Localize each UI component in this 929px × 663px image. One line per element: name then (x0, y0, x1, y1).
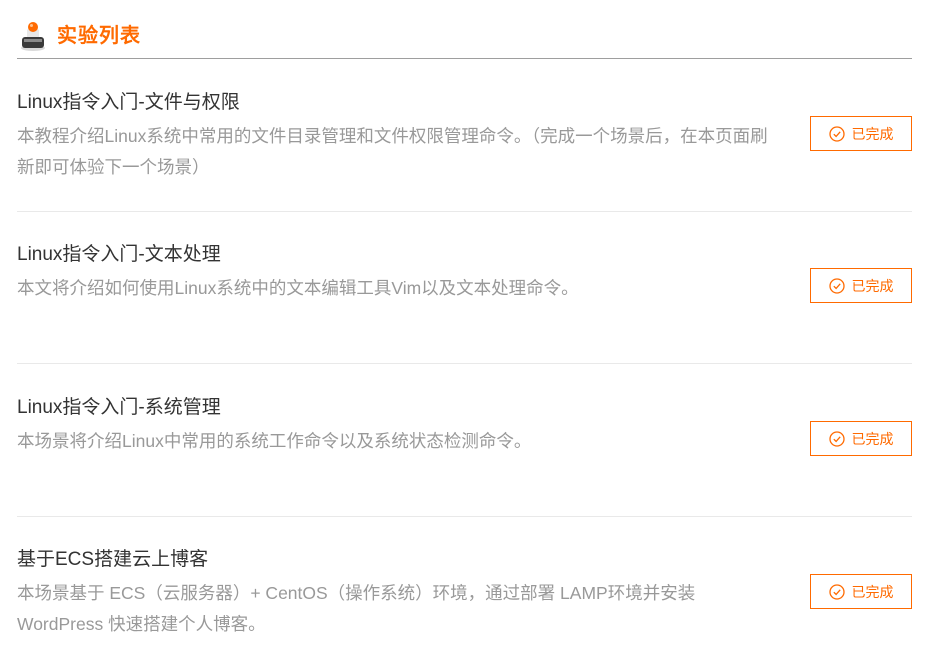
lab-description: 本场景基于 ECS（云服务器）+ CentOS（操作系统）环境，通过部署 LAM… (17, 583, 696, 634)
lab-description: 本教程介绍Linux系统中常用的文件目录管理和文件权限管理命令。（完成一个场景后… (17, 126, 768, 177)
lab-item: Linux指令入门-文本处理 本文将介绍如何使用Linux系统中的文本编辑工具V… (17, 243, 912, 364)
completed-button[interactable]: 已完成 (810, 421, 912, 456)
status-label: 已完成 (851, 277, 894, 294)
completed-button[interactable]: 已完成 (810, 268, 912, 303)
section-title: 实验列表 (57, 25, 141, 47)
lab-item: Linux指令入门-系统管理 本场景将介绍Linux中常用的系统工作命令以及系统… (17, 396, 912, 517)
lab-title[interactable]: Linux指令入门-文件与权限 (17, 91, 240, 115)
lab-title[interactable]: 基于ECS搭建云上博客 (17, 548, 208, 572)
lab-flask-icon (21, 22, 45, 51)
status-label: 已完成 (851, 125, 894, 142)
lab-list-page: 实验列表 Linux指令入门-文件与权限 本教程介绍Linux系统中常用的文件目… (0, 0, 929, 663)
lab-title[interactable]: Linux指令入门-系统管理 (17, 396, 221, 420)
status-label: 已完成 (851, 583, 894, 600)
section-header: 实验列表 (17, 14, 912, 59)
lab-item: 基于ECS搭建云上博客 本场景基于 ECS（云服务器）+ CentOS（操作系统… (17, 548, 912, 658)
check-circle-icon (828, 583, 845, 600)
check-circle-icon (828, 430, 845, 447)
lab-description: 本文将介绍如何使用Linux系统中的文本编辑工具Vim以及文本处理命令。 (17, 278, 579, 298)
status-label: 已完成 (851, 430, 894, 447)
check-circle-icon (828, 125, 845, 142)
lab-title[interactable]: Linux指令入门-文本处理 (17, 243, 221, 267)
lab-item: Linux指令入门-文件与权限 本教程介绍Linux系统中常用的文件目录管理和文… (17, 91, 912, 212)
lab-description: 本场景将介绍Linux中常用的系统工作命令以及系统状态检测命令。 (17, 431, 532, 451)
check-circle-icon (828, 277, 845, 294)
completed-button[interactable]: 已完成 (810, 116, 912, 151)
completed-button[interactable]: 已完成 (810, 574, 912, 609)
